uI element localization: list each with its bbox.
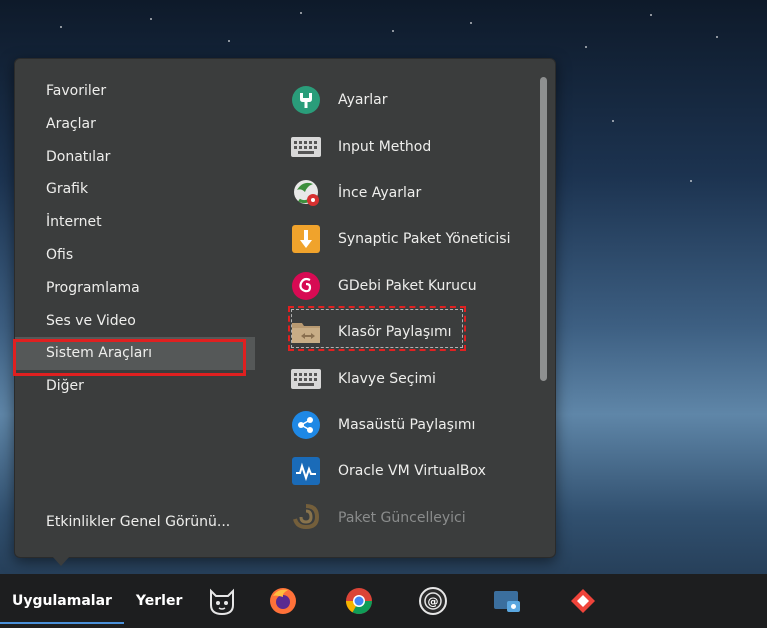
category-system-tools[interactable]: Sistem Araçları xyxy=(15,337,255,371)
app-keyboard-layout[interactable]: Klavye Seçimi xyxy=(289,355,539,401)
category-favorites[interactable]: Favoriler xyxy=(15,75,255,108)
app-label: Masaüstü Paylaşımı xyxy=(338,416,476,433)
app-virtualbox[interactable]: Oracle VM VirtualBox xyxy=(289,448,539,494)
category-programming[interactable]: Programlama xyxy=(15,272,255,305)
activities-overview-link[interactable]: Etkinlikler Genel Görünü... xyxy=(46,514,230,530)
chrome-icon[interactable] xyxy=(341,583,377,619)
app-list: Ayarlar Input Method İnce Ayarlar Synapt… xyxy=(289,77,539,541)
applications-menu: Favoriler Araçlar Donatılar Grafik İnter… xyxy=(14,58,556,558)
app-label: Paket Güncelleyici xyxy=(338,509,466,526)
app-label: Oracle VM VirtualBox xyxy=(338,463,486,480)
menu-scrollbar[interactable] xyxy=(540,77,547,381)
virtualbox-icon xyxy=(289,454,323,488)
app-settings[interactable]: Ayarlar xyxy=(289,77,539,123)
category-accessories[interactable]: Donatılar xyxy=(15,141,255,174)
settings-icon xyxy=(289,83,323,117)
app-label: Ayarlar xyxy=(338,92,388,109)
app-label: Klasör Paylaşımı xyxy=(338,324,452,341)
keyboard-icon xyxy=(289,362,323,396)
menu-pointer-arrow xyxy=(52,556,70,566)
app-folder-sharing[interactable]: Klasör Paylaşımı xyxy=(289,309,539,355)
app-label: Input Method xyxy=(338,138,432,155)
category-internet[interactable]: İnternet xyxy=(15,206,255,239)
places-button[interactable]: Yerler xyxy=(124,574,194,628)
gdebi-icon xyxy=(289,269,323,303)
category-tools[interactable]: Araçlar xyxy=(15,108,255,141)
firefox-icon[interactable] xyxy=(265,583,301,619)
taskbar: Uygulamalar Yerler @ xyxy=(0,574,767,628)
synaptic-icon xyxy=(289,222,323,256)
svg-text:@: @ xyxy=(428,595,439,608)
app-label: Klavye Seçimi xyxy=(338,370,436,387)
app-package-updater[interactable]: Paket Güncelleyici xyxy=(289,495,539,541)
app-desktop-sharing[interactable]: Masaüstü Paylaşımı xyxy=(289,402,539,448)
app-gdebi[interactable]: GDebi Paket Kurucu xyxy=(289,263,539,309)
pardus-icon[interactable] xyxy=(204,583,240,619)
category-list: Favoriler Araçlar Donatılar Grafik İnter… xyxy=(15,75,255,403)
category-sound-video[interactable]: Ses ve Video xyxy=(15,305,255,338)
category-graphics[interactable]: Grafik xyxy=(15,173,255,206)
category-office[interactable]: Ofis xyxy=(15,239,255,272)
app-label: Synaptic Paket Yöneticisi xyxy=(338,231,511,248)
applications-button[interactable]: Uygulamalar xyxy=(0,574,124,628)
app-label: İnce Ayarlar xyxy=(338,184,422,201)
app-synaptic[interactable]: Synaptic Paket Yöneticisi xyxy=(289,216,539,262)
app-label: GDebi Paket Kurucu xyxy=(338,277,477,294)
category-other[interactable]: Diğer xyxy=(15,370,255,403)
app-tweaks[interactable]: İnce Ayarlar xyxy=(289,170,539,216)
desktop-share-icon xyxy=(289,408,323,442)
tweaks-icon xyxy=(289,176,323,210)
anydesk-icon[interactable] xyxy=(565,583,601,619)
app-input-method[interactable]: Input Method xyxy=(289,123,539,169)
screenshot-icon[interactable] xyxy=(489,583,525,619)
keyboard-icon xyxy=(289,130,323,164)
folder-share-icon xyxy=(289,315,323,349)
updater-icon xyxy=(289,501,323,535)
mail-icon[interactable]: @ xyxy=(415,583,451,619)
